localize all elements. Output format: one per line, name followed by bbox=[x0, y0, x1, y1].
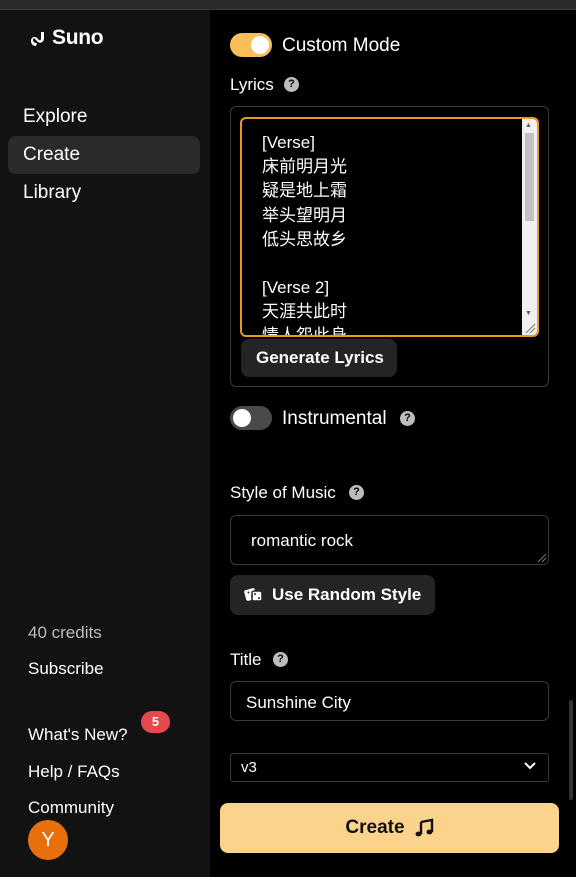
use-random-style-label: Use Random Style bbox=[272, 585, 422, 604]
lyrics-line: [Verse] bbox=[262, 133, 315, 152]
chevron-down-icon bbox=[524, 762, 536, 770]
style-of-music-label: Style of Music bbox=[230, 483, 336, 502]
style-of-music-input[interactable]: romantic rock bbox=[230, 515, 549, 565]
toggle-knob bbox=[233, 409, 251, 427]
scrollbar-thumb[interactable] bbox=[525, 133, 534, 221]
credits-count: 40 credits bbox=[28, 623, 102, 642]
lyrics-line: 床前明月光 bbox=[262, 157, 347, 177]
lyrics-text: [Verse] 床前明月光疑是地上霜举头望明月低头思故乡 [Verse 2] 天涯共此… bbox=[262, 131, 347, 337]
lyrics-line bbox=[262, 252, 347, 276]
lyrics-line: [Verse 2] bbox=[262, 278, 330, 298]
model-version-select[interactable]: v3 bbox=[230, 753, 549, 782]
suno-logo[interactable]: Suno bbox=[28, 26, 104, 50]
community-link[interactable]: Community bbox=[28, 798, 114, 818]
whats-new-link[interactable]: What's New? bbox=[28, 725, 128, 745]
scroll-down-arrow-icon[interactable]: ▼ bbox=[525, 309, 532, 319]
help-icon[interactable]: ? bbox=[400, 411, 415, 426]
custom-mode-toggle[interactable] bbox=[230, 33, 272, 57]
instrumental-label: Instrumental bbox=[282, 408, 387, 429]
notification-badge: 5 bbox=[141, 711, 170, 733]
dice-icon bbox=[244, 588, 263, 602]
subscribe-link[interactable]: Subscribe bbox=[28, 659, 104, 679]
generate-lyrics-button[interactable]: Generate Lyrics bbox=[241, 339, 397, 377]
lyrics-line: 疑是地上霜 bbox=[262, 181, 347, 201]
nav-explore[interactable]: Explore bbox=[8, 98, 200, 136]
lyrics-line: 低头思故乡 bbox=[262, 229, 347, 249]
lyrics-textarea[interactable]: [Verse] 床前明月光疑是地上霜举头望明月低头思故乡 [Verse 2] 天涯共此… bbox=[240, 117, 539, 337]
instrumental-toggle[interactable] bbox=[230, 406, 272, 430]
page-scrollbar[interactable] bbox=[569, 700, 573, 800]
avatar[interactable]: Y bbox=[28, 820, 68, 860]
lyrics-scrollbar[interactable]: ▲ ▼ bbox=[522, 119, 537, 335]
title-input[interactable]: Sunshine City bbox=[230, 681, 549, 721]
help-icon[interactable]: ? bbox=[349, 485, 364, 500]
toggle-knob bbox=[251, 36, 269, 54]
custom-mode-label: Custom Mode bbox=[282, 35, 401, 56]
help-faqs-link[interactable]: Help / FAQs bbox=[28, 762, 120, 782]
nav-create[interactable]: Create bbox=[8, 136, 200, 174]
create-button[interactable]: Create bbox=[220, 803, 559, 853]
browser-top-bar bbox=[0, 0, 576, 10]
resize-handle-icon[interactable] bbox=[524, 322, 536, 334]
lyrics-line: 情人怨此身 bbox=[262, 326, 347, 337]
use-random-style-button[interactable]: Use Random Style bbox=[230, 575, 435, 615]
lyrics-label: Lyrics bbox=[230, 75, 274, 94]
brand-name: Suno bbox=[52, 26, 104, 49]
music-note-icon bbox=[415, 818, 433, 837]
title-label: Title bbox=[230, 650, 262, 669]
help-icon[interactable]: ? bbox=[273, 652, 288, 667]
help-icon[interactable]: ? bbox=[284, 77, 299, 92]
resize-handle-icon[interactable] bbox=[537, 553, 547, 563]
model-version-value: v3 bbox=[241, 759, 257, 776]
create-button-label: Create bbox=[345, 817, 405, 838]
nav-library[interactable]: Library bbox=[8, 174, 200, 212]
lyrics-line: 举头望明月 bbox=[262, 205, 347, 225]
lyrics-line: 天涯共此时 bbox=[262, 302, 347, 322]
scroll-up-arrow-icon[interactable]: ▲ bbox=[525, 121, 532, 131]
suno-logo-icon bbox=[31, 32, 44, 46]
